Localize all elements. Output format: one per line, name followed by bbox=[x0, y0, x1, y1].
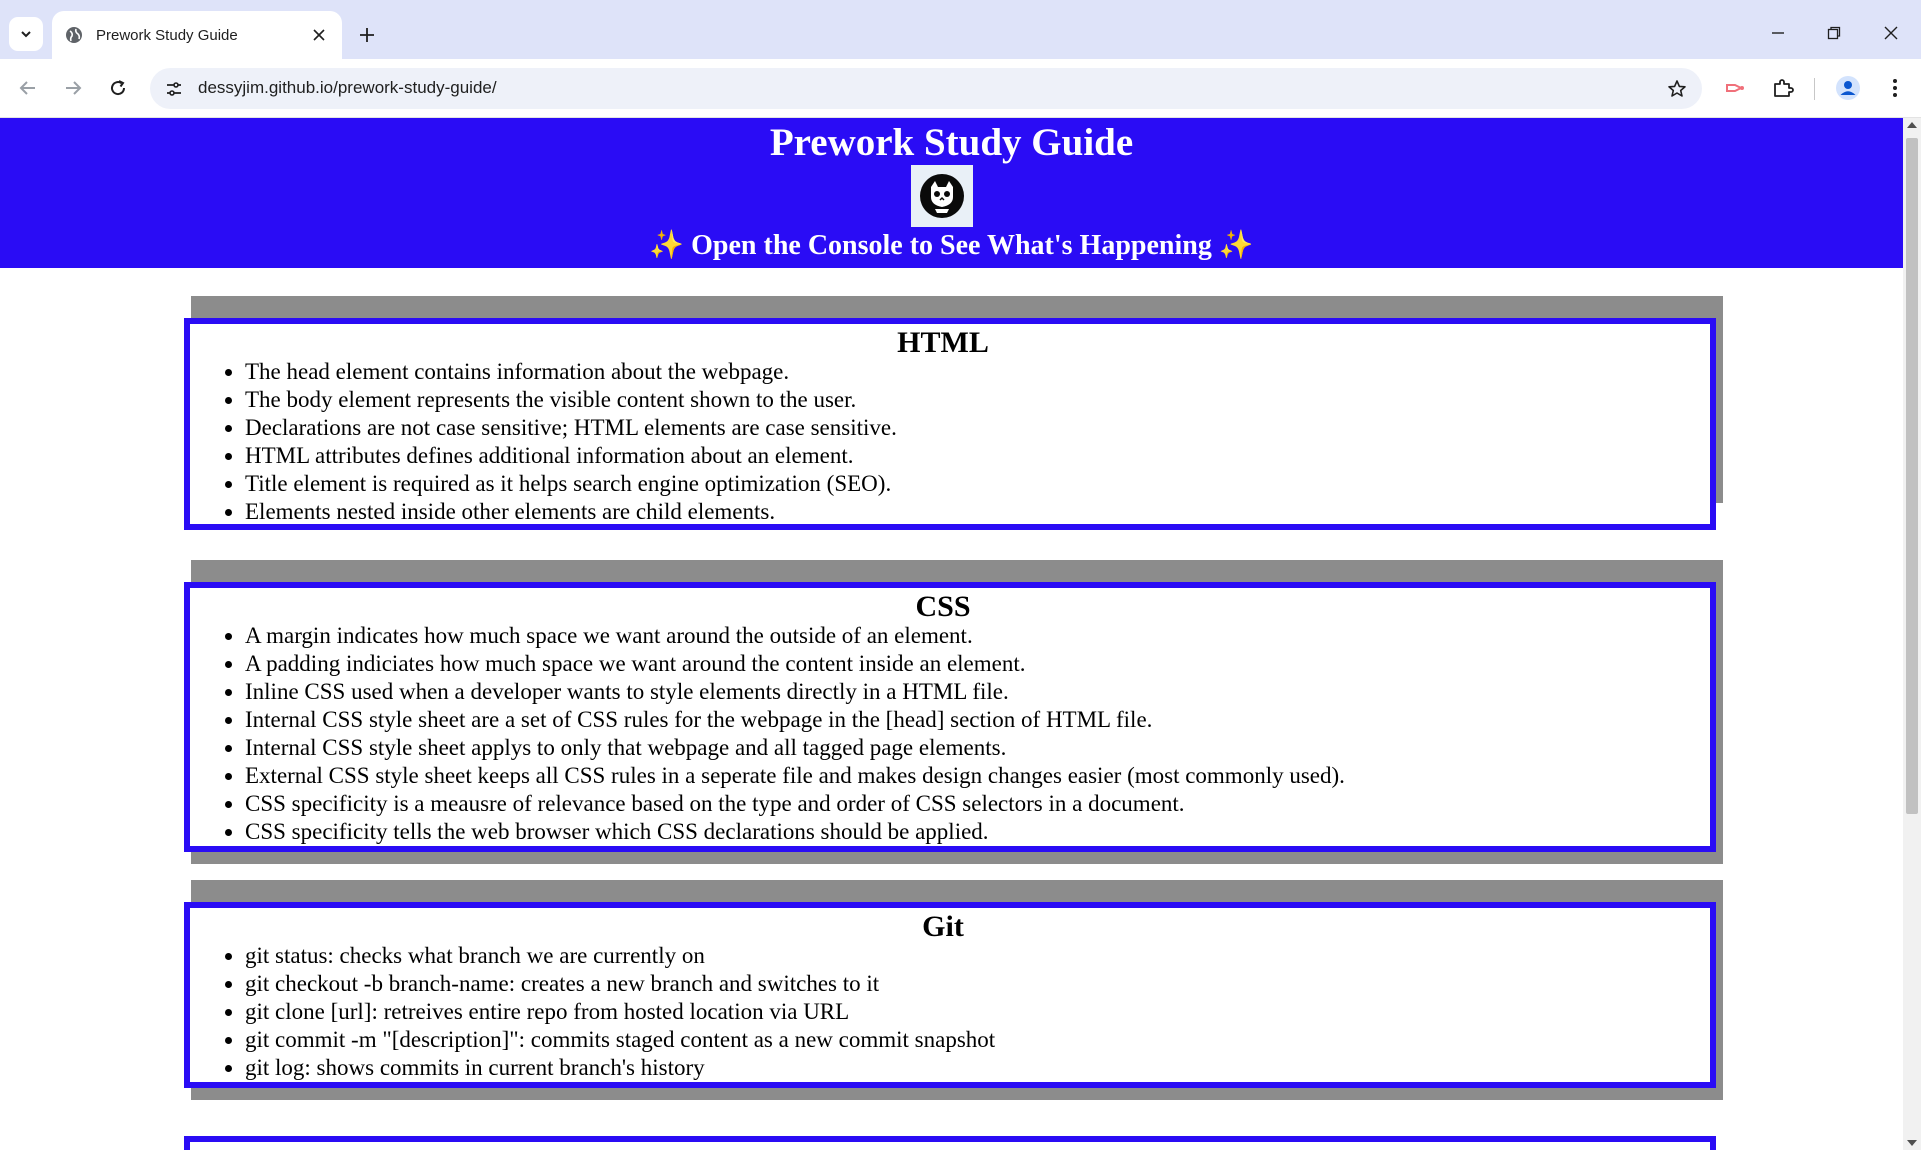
scroll-thumb[interactable] bbox=[1906, 138, 1918, 814]
puzzle-icon bbox=[1774, 79, 1794, 97]
list-item: Declarations are not case sensitive; HTM… bbox=[245, 414, 1670, 442]
forward-button[interactable] bbox=[55, 70, 91, 106]
sparkle-icon: ✨ bbox=[649, 230, 685, 261]
scroll-down-arrow-icon[interactable] bbox=[1907, 1140, 1917, 1146]
restore-icon bbox=[1827, 26, 1841, 40]
close-icon bbox=[313, 29, 325, 41]
section-card-html: HTML The head element contains informati… bbox=[184, 318, 1716, 530]
list-item: git commit -m "[description]": commits s… bbox=[245, 1026, 1670, 1054]
kebab-menu-icon bbox=[1893, 79, 1897, 97]
extensions-button[interactable] bbox=[1768, 73, 1798, 103]
browser-menu-button[interactable] bbox=[1880, 73, 1910, 103]
forward-arrow-icon bbox=[66, 81, 82, 95]
page-viewport: Prework Study Guide ✨ Open the Console t… bbox=[0, 118, 1903, 1150]
active-tab[interactable]: Prework Study Guide bbox=[52, 11, 342, 59]
section-card-git: Git git status: checks what branch we ar… bbox=[184, 902, 1716, 1088]
scroll-up-arrow-icon[interactable] bbox=[1907, 122, 1917, 128]
list-item: The body element represents the visible … bbox=[245, 386, 1670, 414]
cat-skull-avatar-icon bbox=[920, 174, 964, 218]
section-title: HTML bbox=[897, 326, 989, 359]
list-item: git log: shows commits in current branch… bbox=[245, 1054, 1670, 1082]
reload-button[interactable] bbox=[100, 70, 136, 106]
address-bar[interactable]: dessyjim.github.io/prework-study-guide/ bbox=[150, 68, 1702, 109]
tab-strip: Prework Study Guide bbox=[0, 0, 1921, 59]
close-window-button[interactable] bbox=[1871, 14, 1911, 52]
globe-icon bbox=[66, 27, 82, 43]
minimize-icon bbox=[1772, 32, 1784, 34]
browser-toolbar: dessyjim.github.io/prework-study-guide/ bbox=[0, 59, 1921, 118]
tab-search-button[interactable] bbox=[9, 17, 43, 51]
list-item: CSS specificity tells the web browser wh… bbox=[245, 818, 1670, 846]
list-item: CSS specificity is a meausre of relevanc… bbox=[245, 790, 1670, 818]
star-icon bbox=[1668, 80, 1686, 97]
chevron-down-icon bbox=[21, 31, 31, 38]
page-scrollbar[interactable] bbox=[1903, 118, 1921, 1150]
reload-icon bbox=[111, 80, 126, 96]
tune-icon bbox=[167, 82, 181, 96]
cast-icon bbox=[1726, 84, 1744, 92]
list-item: HTML attributes defines additional infor… bbox=[245, 442, 1670, 470]
sparkle-icon: ✨ bbox=[1218, 230, 1254, 261]
list-item: git clone [url]: retreives entire repo f… bbox=[245, 998, 1670, 1026]
site-info-button[interactable] bbox=[160, 75, 188, 103]
tab-close-button[interactable] bbox=[308, 24, 330, 46]
page-title: Prework Study Guide bbox=[769, 121, 1134, 164]
section-card-next bbox=[184, 1136, 1716, 1150]
section-list: The head element contains information ab… bbox=[216, 358, 1670, 526]
list-item: git checkout -b branch-name: creates a n… bbox=[245, 970, 1670, 998]
section-card-css: CSS A margin indicates how much space we… bbox=[184, 582, 1716, 852]
extension-button[interactable] bbox=[1721, 73, 1751, 103]
minimize-button[interactable] bbox=[1758, 14, 1798, 52]
section-list: A margin indicates how much space we wan… bbox=[216, 622, 1670, 846]
list-item: A padding indiciates how much space we w… bbox=[245, 650, 1670, 678]
back-button[interactable] bbox=[10, 70, 46, 106]
close-icon bbox=[1884, 26, 1898, 40]
profile-icon bbox=[1836, 76, 1860, 100]
section-title: CSS bbox=[915, 590, 971, 623]
list-item: External CSS style sheet keeps all CSS r… bbox=[245, 762, 1670, 790]
new-tab-button[interactable] bbox=[352, 20, 382, 50]
toolbar-separator bbox=[1814, 78, 1815, 100]
page-header: Prework Study Guide ✨ Open the Console t… bbox=[0, 118, 1903, 268]
list-item: Internal CSS style sheet applys to only … bbox=[245, 734, 1670, 762]
list-item: Internal CSS style sheet are a set of CS… bbox=[245, 706, 1670, 734]
avatar bbox=[911, 165, 973, 227]
list-item: Inline CSS used when a developer wants t… bbox=[245, 678, 1670, 706]
list-item: Title element is required as it helps se… bbox=[245, 470, 1670, 498]
back-arrow-icon bbox=[19, 81, 35, 95]
restore-button[interactable] bbox=[1814, 14, 1854, 52]
tab-title: Prework Study Guide bbox=[96, 26, 238, 44]
section-list: git status: checks what branch we are cu… bbox=[216, 942, 1670, 1082]
subtitle-text: Open the Console to See What's Happening bbox=[691, 230, 1212, 261]
list-item: A margin indicates how much space we wan… bbox=[245, 622, 1670, 650]
list-item: The head element contains information ab… bbox=[245, 358, 1670, 386]
profile-button[interactable] bbox=[1833, 73, 1863, 103]
bookmark-button[interactable] bbox=[1664, 76, 1690, 102]
list-item: git status: checks what branch we are cu… bbox=[245, 942, 1670, 970]
section-title: Git bbox=[922, 910, 964, 943]
list-item: Elements nested inside other elements ar… bbox=[245, 498, 1670, 526]
url-text[interactable]: dessyjim.github.io/prework-study-guide/ bbox=[198, 78, 497, 98]
page-subtitle: ✨ Open the Console to See What's Happeni… bbox=[0, 228, 1903, 262]
plus-icon bbox=[360, 28, 374, 42]
